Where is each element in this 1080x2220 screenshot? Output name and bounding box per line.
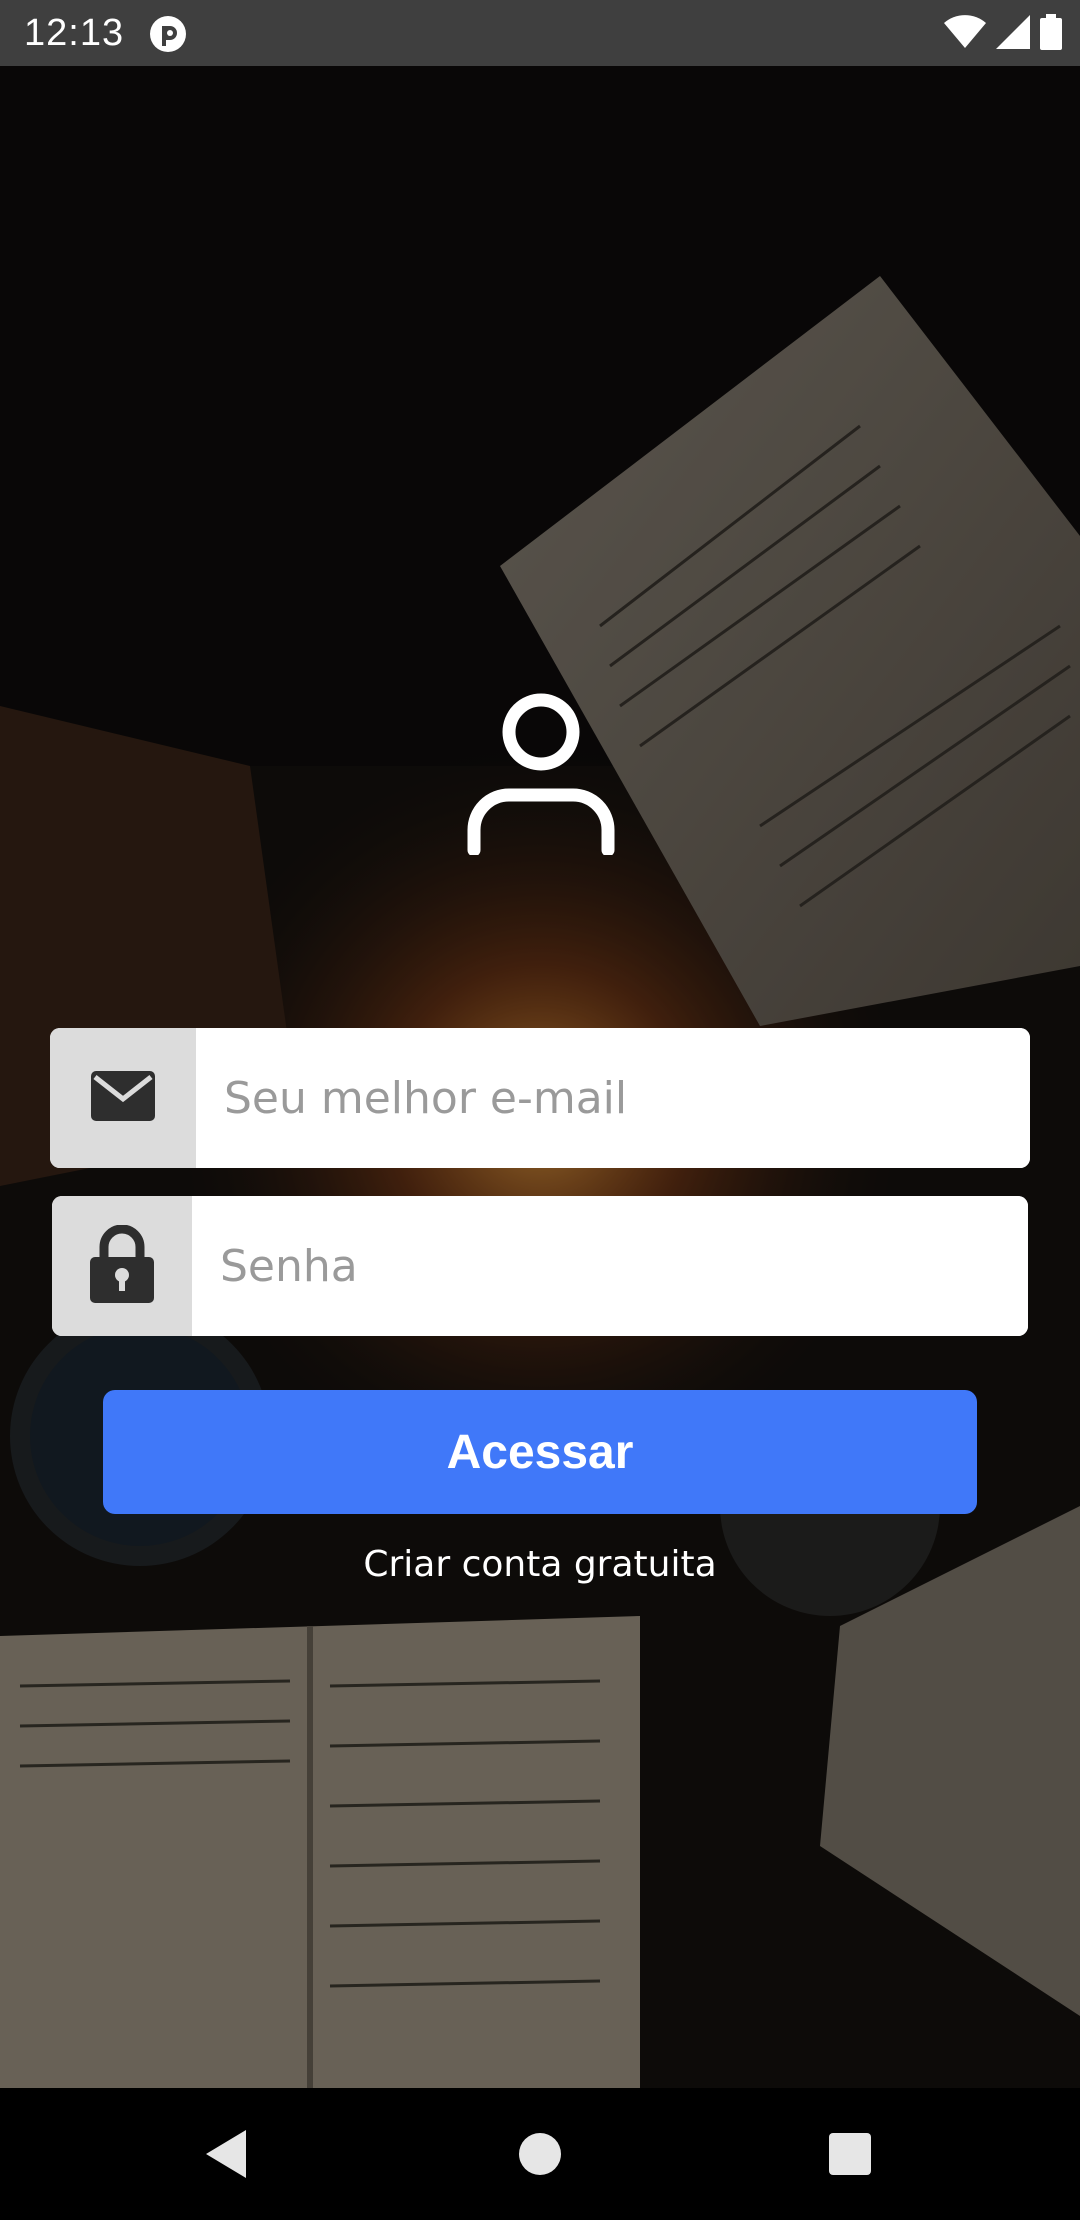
user-icon [466, 690, 616, 857]
recents-icon[interactable] [820, 2124, 880, 2184]
status-bar: 12:13 [0, 0, 1080, 66]
email-field [50, 1028, 1030, 1168]
back-icon[interactable] [200, 2124, 260, 2184]
battery-icon [1040, 13, 1062, 55]
email-addon [50, 1028, 196, 1168]
status-time: 12:13 [24, 12, 125, 54]
app-notification-icon [148, 14, 188, 54]
access-button[interactable]: Acessar [103, 1390, 977, 1514]
lock-icon [90, 1224, 154, 1308]
password-input[interactable] [192, 1196, 1028, 1336]
password-addon [52, 1196, 192, 1336]
password-field [52, 1196, 1028, 1336]
signal-icon [996, 14, 1030, 54]
home-icon[interactable] [510, 2124, 570, 2184]
status-icons [944, 13, 1062, 55]
envelope-icon [91, 1070, 155, 1126]
create-account-link[interactable]: Criar conta gratuita [0, 1544, 1080, 1585]
navigation-bar [0, 2088, 1080, 2220]
wifi-icon [944, 14, 986, 54]
email-input[interactable] [196, 1028, 1030, 1168]
